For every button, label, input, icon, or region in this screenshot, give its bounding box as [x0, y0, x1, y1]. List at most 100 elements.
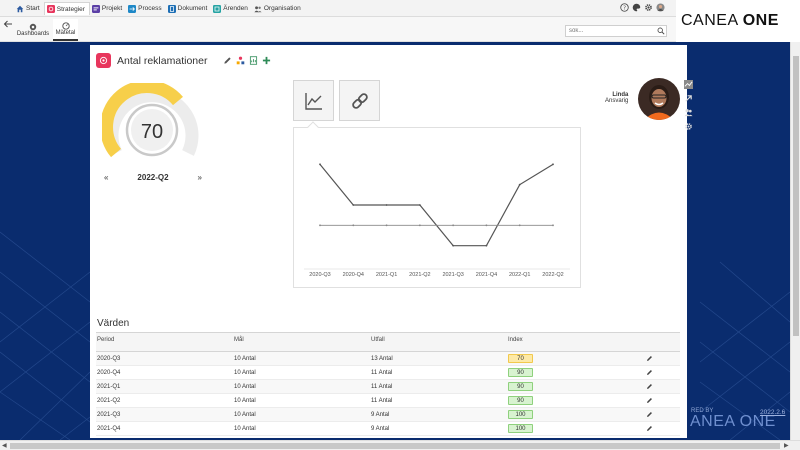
data-point[interactable] — [518, 183, 521, 186]
data-point[interactable] — [552, 224, 554, 227]
data-point[interactable] — [418, 224, 421, 227]
cell-goal: 10 Antal — [234, 426, 256, 432]
nav-item-label: Projekt — [101, 5, 123, 12]
x-tick-label: 2021-Q3 — [442, 272, 463, 278]
cell-outcome: 9 Antal — [371, 426, 390, 432]
horizontal-scrollbar[interactable]: ◀ ▶ — [0, 440, 800, 450]
data-point[interactable] — [452, 244, 455, 247]
top-toolbar: ? — [620, 3, 665, 12]
external-link-icon[interactable] — [684, 94, 693, 103]
nav-item-dokument[interactable]: Dokument — [166, 2, 212, 15]
search-input[interactable] — [565, 25, 667, 37]
data-point[interactable] — [319, 163, 321, 166]
owner-info: Linda Ansvarig — [605, 92, 628, 104]
hierarchy-icon[interactable] — [236, 56, 245, 65]
svg-text:?: ? — [623, 6, 626, 12]
data-point[interactable] — [385, 224, 388, 227]
users-icon[interactable] — [684, 108, 693, 117]
add-icon[interactable] — [262, 56, 271, 65]
main-nav: Start Strategier Projekt Process Dokumen… — [14, 2, 305, 15]
data-point[interactable] — [518, 224, 521, 227]
gauge-value: 70 — [141, 121, 163, 143]
owner-role: Ansvarig — [605, 98, 629, 104]
document-icon — [167, 4, 176, 13]
table-row: 2020-Q3 10 Antal 13 Antal 70 — [96, 352, 680, 366]
chart-container: 2020-Q3 2020-Q4 2021-Q1 2021-Q2 2021-Q3 2021-… — [293, 121, 581, 288]
nav-item-start[interactable]: Start — [14, 2, 44, 15]
report-icon[interactable] — [249, 56, 258, 65]
link-view-button[interactable] — [339, 80, 380, 121]
tab-label: Dashboards — [16, 31, 50, 37]
next-period-button[interactable]: » — [198, 173, 202, 182]
tab-dashboards[interactable]: Dashboards — [15, 19, 51, 41]
side-toolbar — [684, 80, 693, 131]
series-line-outcome — [319, 163, 554, 247]
edit-icon[interactable] — [646, 369, 653, 376]
cell-goal: 10 Antal — [234, 370, 256, 376]
measure-header: Antal reklamationer — [96, 53, 207, 68]
scroll-right-arrow[interactable]: ▶ — [784, 442, 789, 449]
data-point[interactable] — [452, 224, 455, 227]
edit-icon[interactable] — [646, 411, 653, 418]
brand-logo: CANEA ONE — [676, 0, 800, 42]
tab-matetal[interactable]: Mätetal — [53, 19, 78, 41]
data-point[interactable] — [385, 204, 388, 206]
column-header-goal[interactable]: Mål — [234, 337, 244, 343]
chart-view-button[interactable] — [293, 80, 334, 121]
data-point[interactable] — [352, 204, 355, 206]
nav-item-arenden[interactable]: Ärenden — [211, 2, 252, 15]
nav-item-label: Ärenden — [223, 5, 248, 12]
cell-goal: 10 Antal — [234, 384, 256, 390]
nav-item-label: Organisation — [263, 5, 301, 12]
nav-item-strategier[interactable]: Strategier — [43, 2, 90, 15]
gauge-icon — [61, 22, 70, 30]
avatar[interactable] — [638, 78, 680, 120]
edit-icon[interactable] — [646, 355, 653, 362]
version-link[interactable]: 2022.2.6 — [760, 409, 785, 416]
line-chart-icon — [304, 92, 322, 110]
cell-period: 2020-Q4 — [97, 370, 121, 376]
vertical-scrollbar-thumb[interactable] — [793, 56, 799, 336]
measure-panel: Antal reklamationer 70 « 2022-Q2 » 2020-… — [90, 45, 687, 438]
edit-icon[interactable] — [646, 397, 653, 404]
cell-outcome: 11 Antal — [371, 398, 393, 404]
target-icon — [99, 56, 108, 65]
user-avatar-button[interactable] — [656, 3, 665, 12]
nav-item-process[interactable]: Process — [126, 2, 165, 15]
edit-icon[interactable] — [223, 56, 232, 65]
values-table: Period Mål Utfall Index 2020-Q3 10 Antal 1… — [96, 332, 680, 436]
trend-icon[interactable] — [684, 80, 693, 89]
edit-icon[interactable] — [646, 425, 653, 432]
data-point[interactable] — [485, 244, 488, 247]
cell-goal: 10 Antal — [234, 356, 256, 362]
index-gauge: 70 — [102, 83, 199, 158]
horizontal-scrollbar-thumb[interactable] — [10, 443, 780, 449]
data-point[interactable] — [552, 163, 554, 166]
palette-icon — [632, 3, 641, 12]
data-point[interactable] — [319, 224, 321, 227]
data-point[interactable] — [485, 224, 488, 227]
data-point[interactable] — [418, 204, 421, 206]
column-header-outcome[interactable]: Utfall — [371, 337, 385, 343]
data-point[interactable] — [352, 224, 355, 227]
nav-item-projekt[interactable]: Projekt — [90, 2, 126, 15]
previous-period-button[interactable]: « — [104, 173, 108, 182]
nav-item-organisation[interactable]: Organisation — [252, 2, 305, 15]
vertical-scrollbar[interactable] — [790, 42, 800, 440]
current-period: 2022-Q2 — [137, 173, 169, 182]
cell-outcome: 11 Antal — [371, 370, 393, 376]
settings-button[interactable] — [644, 3, 653, 12]
cell-outcome: 13 Antal — [371, 356, 393, 362]
nav-item-label: Process — [138, 5, 162, 12]
scroll-left-arrow[interactable]: ◀ — [2, 442, 7, 449]
column-header-index[interactable]: Index — [508, 337, 523, 343]
help-button[interactable]: ? — [620, 3, 629, 12]
index-badge: 90 — [508, 368, 533, 377]
theme-button[interactable] — [632, 3, 641, 12]
gear-icon[interactable] — [684, 122, 693, 131]
back-arrow-icon[interactable] — [3, 19, 13, 29]
column-header-period[interactable]: Period — [97, 337, 114, 343]
search-icon[interactable] — [657, 27, 665, 35]
tab-label: Mätetal — [55, 30, 76, 36]
edit-icon[interactable] — [646, 383, 653, 390]
